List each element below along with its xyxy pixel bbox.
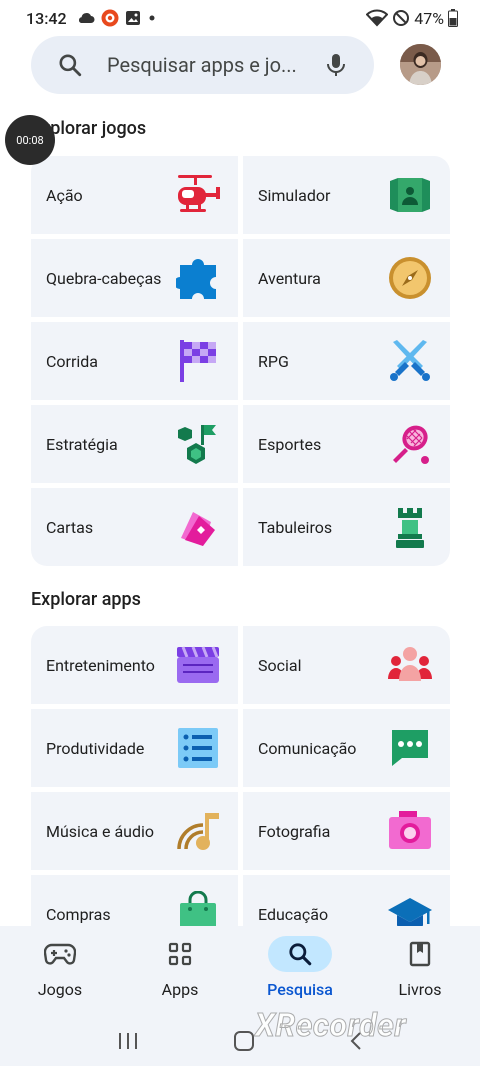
tile-label: Entretenimento (46, 655, 155, 675)
bottom-navigation: Jogos Apps Pesquisa Livros (0, 926, 480, 1016)
category-tile-education[interactable]: Educação (243, 875, 450, 926)
tile-label: RPG (258, 351, 289, 371)
nav-label: Livros (398, 980, 442, 999)
apps-grid-icon (168, 942, 192, 966)
simulator-icon (386, 171, 434, 219)
category-tile-racing[interactable]: Corrida (31, 322, 238, 400)
category-tile-puzzle[interactable]: Quebra-cabeças (31, 239, 238, 317)
do-not-disturb-icon (392, 9, 410, 27)
tile-label: Música e áudio (46, 821, 154, 841)
category-tile-music-audio[interactable]: Música e áudio (31, 792, 238, 870)
tile-label: Educação (258, 904, 329, 924)
checklist-icon (174, 724, 222, 772)
clapperboard-icon (174, 641, 222, 689)
tennis-icon (386, 420, 434, 468)
cards-icon (174, 503, 222, 551)
microphone-icon[interactable] (324, 52, 348, 78)
nav-label: Apps (161, 980, 199, 999)
category-tile-rpg[interactable]: RPG (243, 322, 450, 400)
recorder-app-icon (101, 9, 119, 27)
gamepad-icon (44, 942, 76, 966)
tile-label: Fotografia (258, 821, 331, 841)
search-input[interactable]: Pesquisar apps e jo... (107, 53, 324, 77)
strategy-icon (174, 420, 222, 468)
nav-item-games[interactable]: Jogos (0, 926, 120, 1016)
category-tile-action[interactable]: Ação (31, 156, 238, 234)
nav-pill-active (268, 936, 332, 972)
tile-label: Corrida (46, 351, 98, 371)
xrecorder-watermark: XRecorder (254, 1006, 407, 1045)
nav-item-search[interactable]: Pesquisa (240, 926, 360, 1016)
nav-item-apps[interactable]: Apps (120, 926, 240, 1016)
graduation-cap-icon (386, 890, 434, 926)
tile-label: Cartas (46, 517, 94, 537)
nav-pill (148, 936, 212, 972)
tile-label: Estratégia (46, 434, 118, 454)
gallery-icon (125, 10, 141, 26)
chat-icon (386, 724, 434, 772)
category-tile-photography[interactable]: Fotografia (243, 792, 450, 870)
helicopter-icon (174, 171, 222, 219)
more-notifications-dot-icon (147, 13, 157, 23)
tile-label: Comunicação (258, 738, 357, 758)
compass-icon (386, 254, 434, 302)
recording-timer: 00:08 (16, 133, 44, 147)
camera-icon (386, 807, 434, 855)
status-bar: 13:42 47% (0, 0, 480, 36)
category-tile-adventure[interactable]: Aventura (243, 239, 450, 317)
category-tile-productivity[interactable]: Produtividade (31, 709, 238, 787)
tile-label: Esportes (258, 434, 322, 454)
book-icon (409, 941, 431, 967)
category-tile-simulator[interactable]: Simulador (243, 156, 450, 234)
wifi-icon (366, 9, 389, 27)
category-tile-social[interactable]: Social (243, 626, 450, 704)
shopping-bag-icon (174, 890, 222, 926)
tile-label: Social (258, 655, 302, 675)
nav-pill (388, 936, 452, 972)
nav-label: Jogos (37, 980, 83, 999)
swords-icon (386, 337, 434, 385)
puzzle-icon (174, 254, 222, 302)
cloud-icon (77, 11, 95, 25)
nav-pill (28, 936, 92, 972)
category-tile-strategy[interactable]: Estratégia (31, 405, 238, 483)
search-icon (287, 941, 313, 967)
battery-percent: 47% (414, 8, 444, 28)
tile-label: Ação (46, 185, 83, 205)
chess-rook-icon (386, 503, 434, 551)
tile-label: Tabuleiros (258, 517, 333, 537)
tile-label: Produtividade (46, 738, 145, 758)
status-time: 13:42 (26, 8, 67, 28)
apps-section-title: Explorar apps (31, 589, 141, 610)
recent-apps-icon[interactable] (117, 1031, 139, 1051)
recording-timer-badge[interactable]: 00:08 (5, 115, 55, 165)
nav-label: Pesquisa (267, 980, 333, 999)
race-flag-icon (174, 337, 222, 385)
category-tile-entertainment[interactable]: Entretenimento (31, 626, 238, 704)
category-tile-cards[interactable]: Cartas (31, 488, 238, 566)
battery-icon (448, 9, 458, 27)
tile-label: Aventura (258, 268, 321, 288)
people-icon (386, 641, 434, 689)
nav-item-books[interactable]: Livros (360, 926, 480, 1016)
music-note-icon (174, 807, 222, 855)
category-tile-communication[interactable]: Comunicação (243, 709, 450, 787)
category-tile-board[interactable]: Tabuleiros (243, 488, 450, 566)
avatar[interactable] (400, 44, 441, 85)
games-category-grid: Ação Simulador Quebra-cabeças Aventura C… (31, 156, 450, 566)
apps-category-grid: Entretenimento Social Produtividade Comu… (31, 626, 450, 926)
tile-label: Quebra-cabeças (46, 268, 162, 288)
category-tile-shopping[interactable]: Compras (31, 875, 238, 926)
tile-label: Simulador (258, 185, 331, 205)
system-navigation-bar (0, 1016, 480, 1066)
search-bar[interactable]: Pesquisar apps e jo... (31, 36, 374, 94)
home-icon[interactable] (233, 1030, 255, 1052)
category-tile-sports[interactable]: Esportes (243, 405, 450, 483)
search-icon (57, 52, 83, 78)
tile-label: Compras (46, 904, 111, 924)
